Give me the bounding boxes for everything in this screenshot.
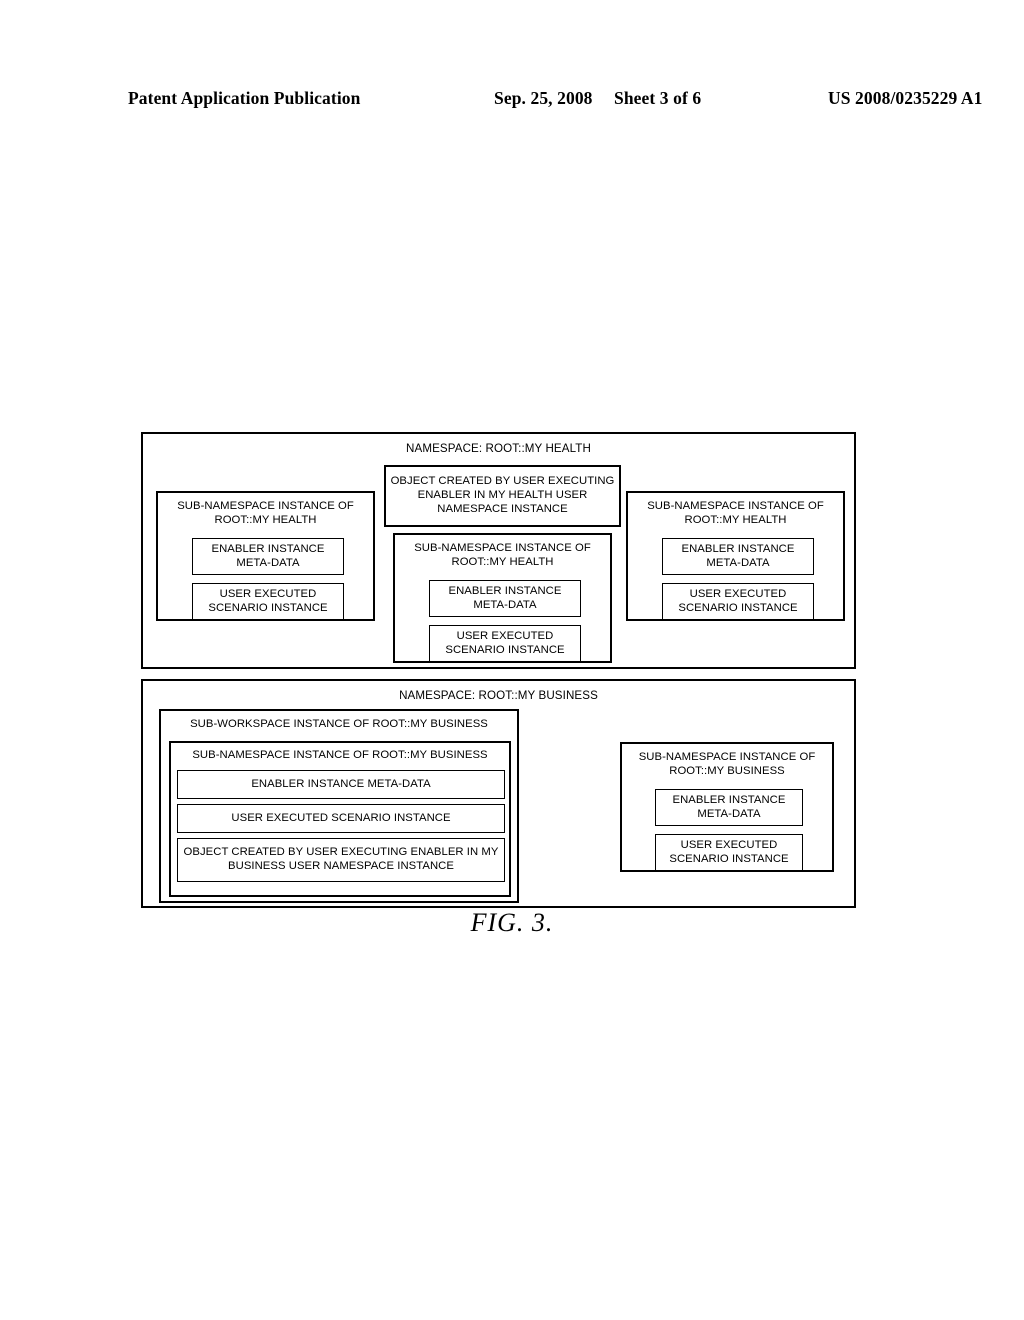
object-created-by-user-business-label: OBJECT CREATED BY USER EXECUTING ENABLER…	[183, 846, 499, 872]
user-executed-scenario-instance-business-right: USER EXECUTED SCENARIO INSTANCE	[655, 834, 803, 871]
enabler-instance-metadata-business-left: ENABLER INSTANCE META-DATA	[177, 770, 505, 799]
enabler-instance-metadata-business-right: ENABLER INSTANCE META-DATA	[655, 789, 803, 826]
enabler-instance-metadata-health-right: ENABLER INSTANCE META-DATA	[662, 538, 814, 575]
user-executed-scenario-instance-business-left-label: USER EXECUTED SCENARIO INSTANCE	[231, 811, 451, 824]
namespace-panel-my-business: NAMESPACE: ROOT::MY BUSINESS SUB-WORKSPA…	[141, 679, 856, 908]
enabler-instance-metadata-health-left-label: ENABLER INSTANCE META-DATA	[211, 542, 325, 569]
figure-caption: FIG. 3.	[470, 908, 554, 937]
user-executed-scenario-instance-health-left-label: USER EXECUTED SCENARIO INSTANCE	[208, 587, 328, 614]
panel-title-my-health: NAMESPACE: ROOT::MY HEALTH	[406, 442, 591, 455]
user-executed-scenario-instance-health-right-label: USER EXECUTED SCENARIO INSTANCE	[678, 587, 798, 614]
sub-namespace-instance-business-left-title: SUB-NAMESPACE INSTANCE OF ROOT::MY BUSIN…	[192, 749, 488, 761]
sub-workspace-instance-business-title: SUB-WORKSPACE INSTANCE OF ROOT::MY BUSIN…	[190, 718, 488, 730]
object-created-by-user-health: OBJECT CREATED BY USER EXECUTING ENABLER…	[384, 465, 621, 527]
sub-namespace-instance-health-center: SUB-NAMESPACE INSTANCE OF ROOT::MY HEALT…	[393, 533, 612, 663]
enabler-instance-metadata-business-right-label: ENABLER INSTANCE META-DATA	[672, 793, 786, 820]
sub-namespace-instance-business-right-title: SUB-NAMESPACE INSTANCE OF ROOT::MY BUSIN…	[638, 751, 816, 777]
sub-namespace-instance-health-center-title: SUB-NAMESPACE INSTANCE OF ROOT::MY HEALT…	[414, 542, 591, 568]
user-executed-scenario-instance-business-right-label: USER EXECUTED SCENARIO INSTANCE	[669, 838, 789, 865]
enabler-instance-metadata-health-center-label: ENABLER INSTANCE META-DATA	[448, 584, 562, 611]
user-executed-scenario-instance-health-left: USER EXECUTED SCENARIO INSTANCE	[192, 583, 344, 620]
user-executed-scenario-instance-health-center: USER EXECUTED SCENARIO INSTANCE	[429, 625, 581, 662]
enabler-instance-metadata-health-center: ENABLER INSTANCE META-DATA	[429, 580, 581, 617]
sub-namespace-instance-health-left-title: SUB-NAMESPACE INSTANCE OF ROOT::MY HEALT…	[177, 500, 354, 526]
enabler-instance-metadata-business-left-label: ENABLER INSTANCE META-DATA	[251, 777, 431, 790]
enabler-instance-metadata-health-right-label: ENABLER INSTANCE META-DATA	[681, 542, 795, 569]
user-executed-scenario-instance-health-right: USER EXECUTED SCENARIO INSTANCE	[662, 583, 814, 620]
user-executed-scenario-instance-health-center-label: USER EXECUTED SCENARIO INSTANCE	[445, 629, 565, 656]
figure-3-diagram: NAMESPACE: ROOT::MY HEALTH SUB-NAMESPACE…	[0, 0, 1024, 1320]
sub-namespace-instance-business-left: SUB-NAMESPACE INSTANCE OF ROOT::MY BUSIN…	[169, 741, 511, 897]
object-created-by-user-health-label: OBJECT CREATED BY USER EXECUTING ENABLER…	[390, 475, 615, 515]
panel-title-my-business: NAMESPACE: ROOT::MY BUSINESS	[399, 689, 598, 702]
sub-namespace-instance-business-right: SUB-NAMESPACE INSTANCE OF ROOT::MY BUSIN…	[620, 742, 834, 872]
sub-namespace-instance-health-right-title: SUB-NAMESPACE INSTANCE OF ROOT::MY HEALT…	[647, 500, 824, 526]
sub-workspace-instance-business: SUB-WORKSPACE INSTANCE OF ROOT::MY BUSIN…	[159, 709, 519, 903]
user-executed-scenario-instance-business-left: USER EXECUTED SCENARIO INSTANCE	[177, 804, 505, 833]
object-created-by-user-business: OBJECT CREATED BY USER EXECUTING ENABLER…	[177, 838, 505, 882]
sub-namespace-instance-health-right: SUB-NAMESPACE INSTANCE OF ROOT::MY HEALT…	[626, 491, 845, 621]
enabler-instance-metadata-health-left: ENABLER INSTANCE META-DATA	[192, 538, 344, 575]
sub-namespace-instance-health-left: SUB-NAMESPACE INSTANCE OF ROOT::MY HEALT…	[156, 491, 375, 621]
namespace-panel-my-health: NAMESPACE: ROOT::MY HEALTH SUB-NAMESPACE…	[141, 432, 856, 669]
